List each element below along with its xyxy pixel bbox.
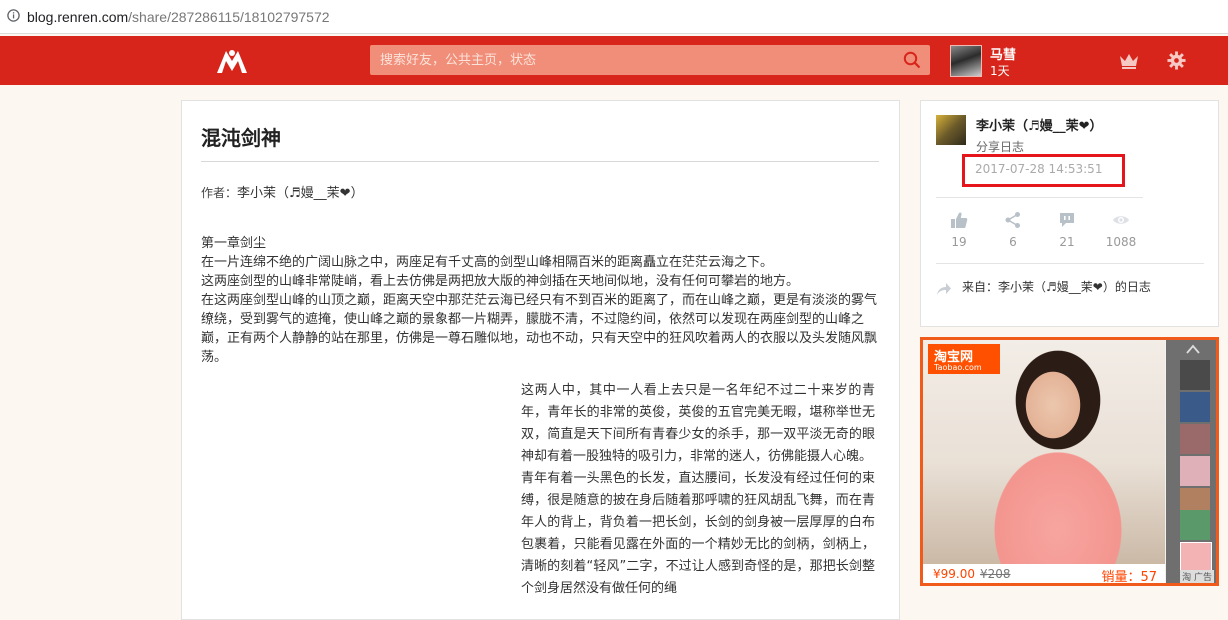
- search-box[interactable]: [370, 45, 930, 75]
- paragraph: 这两座剑型的山峰非常陡峭，看上去仿佛是两把放大版的神剑插在天地间似地，没有任何可…: [201, 274, 800, 289]
- paragraph: 在一片连绵不绝的广阔山脉之中，两座足有千丈高的剑型山峰相隔百米的距离矗立在茫茫云…: [201, 255, 774, 270]
- ad-price: ¥99.00: [933, 567, 975, 581]
- view-stat: 1088: [1096, 211, 1146, 249]
- url-text[interactable]: blog.renren.com/share/287286115/18102797…: [27, 8, 330, 26]
- browser-url-bar[interactable]: blog.renren.com/share/287286115/18102797…: [0, 0, 1228, 34]
- comment-icon[interactable]: [1058, 211, 1076, 229]
- article-body-top: 第一章剑尘 在一片连绵不绝的广阔山脉之中，两座足有千丈高的剑型山峰相隔百米的距离…: [201, 234, 881, 367]
- ad-sales: 销量：57: [1101, 570, 1157, 585]
- view-count: 1088: [1105, 235, 1137, 249]
- like-count: 19: [951, 235, 967, 249]
- title-divider: [201, 161, 879, 162]
- user-avatar[interactable]: [950, 45, 982, 77]
- ad-thumbnail[interactable]: [1180, 456, 1210, 486]
- share-source[interactable]: 来自：李小茉（♬嫚__茉❤）的日志: [962, 279, 1152, 296]
- divider: [936, 197, 1143, 198]
- ad-tag: 淘 广告: [1180, 570, 1214, 583]
- thumbs-up-icon[interactable]: [950, 211, 968, 229]
- owner-avatar[interactable]: [936, 115, 966, 145]
- article-body-right: 这两人中，其中一人看上去只是一名年纪不过二十来岁的青年，青年长的非常的英俊，英俊…: [521, 380, 875, 600]
- paragraph: 这两人中，其中一人看上去只是一名年纪不过二十来岁的青年，青年长的非常的英俊，英俊…: [521, 383, 875, 464]
- taobao-ad[interactable]: 淘宝网 Taobao.com ¥99.00 ¥208 销量：57 淘 广告: [920, 337, 1219, 586]
- owner-name[interactable]: 李小茉（♬嫚__茉❤）: [976, 115, 1103, 134]
- user-days: 1天: [990, 64, 1010, 78]
- ad-thumbnail[interactable]: [1180, 510, 1210, 540]
- paragraph: 在这两座剑型山峰的山顶之巅，距离天空中那茫茫云海已经只有不到百米的距离了，而在山…: [201, 293, 878, 365]
- article-author: 作者：李小茉（♬嫚__茉❤）: [201, 182, 364, 201]
- info-icon[interactable]: [7, 9, 20, 22]
- ad-thumbnail[interactable]: [1180, 392, 1210, 422]
- share-kind: 分享日志: [976, 140, 1025, 154]
- author-name[interactable]: 李小茉（♬嫚__茉❤）: [237, 186, 364, 201]
- search-icon[interactable]: [903, 51, 921, 69]
- author-label: 作者：: [201, 186, 238, 200]
- url-host: blog.renren.com: [27, 9, 129, 25]
- renren-logo-icon[interactable]: [211, 47, 253, 75]
- article-title: 混沌剑神: [201, 126, 281, 150]
- ad-thumbnail-strip: [1166, 340, 1216, 583]
- user-name[interactable]: 马彗: [990, 44, 1016, 63]
- divider: [936, 263, 1204, 264]
- date-highlight-box: [962, 154, 1125, 187]
- eye-icon: [1113, 216, 1129, 224]
- gear-icon[interactable]: [1167, 51, 1186, 70]
- crown-icon[interactable]: [1119, 52, 1139, 69]
- ad-thumbnail[interactable]: [1180, 360, 1210, 390]
- comment-count: 21: [1059, 235, 1075, 249]
- ad-old-price: ¥208: [980, 567, 1011, 581]
- chevron-up-icon[interactable]: [1186, 344, 1200, 354]
- search-input[interactable]: [370, 45, 890, 75]
- share-info-card: 李小茉（♬嫚__茉❤） 分享日志 2017-07-28 14:53:51 19 …: [920, 100, 1219, 327]
- url-path: /share/287286115/18102797572: [128, 9, 330, 25]
- share-count: 6: [1009, 235, 1017, 249]
- paragraph: 第一章剑尘: [201, 236, 267, 251]
- paragraph: 青年有着一头黑色的长发，直达腰间，长发没有经过任何的束缚，很是随意的披在身后随着…: [521, 471, 875, 596]
- like-stat[interactable]: 19: [934, 211, 984, 249]
- taobao-domain: Taobao.com: [934, 363, 982, 372]
- top-header: 马彗 1天: [0, 36, 1228, 85]
- share-arrow-icon: [937, 283, 951, 295]
- ad-price-bar: ¥99.00 ¥208 销量：57: [923, 564, 1165, 583]
- taobao-logo: 淘宝网 Taobao.com: [928, 344, 1000, 374]
- comment-stat[interactable]: 21: [1042, 211, 1092, 249]
- share-stat[interactable]: 6: [988, 211, 1038, 249]
- ad-thumbnail[interactable]: [1180, 424, 1210, 454]
- share-icon[interactable]: [1004, 211, 1022, 229]
- article-card: 混沌剑神 作者：李小茉（♬嫚__茉❤） 第一章剑尘 在一片连绵不绝的广阔山脉之中…: [181, 100, 900, 620]
